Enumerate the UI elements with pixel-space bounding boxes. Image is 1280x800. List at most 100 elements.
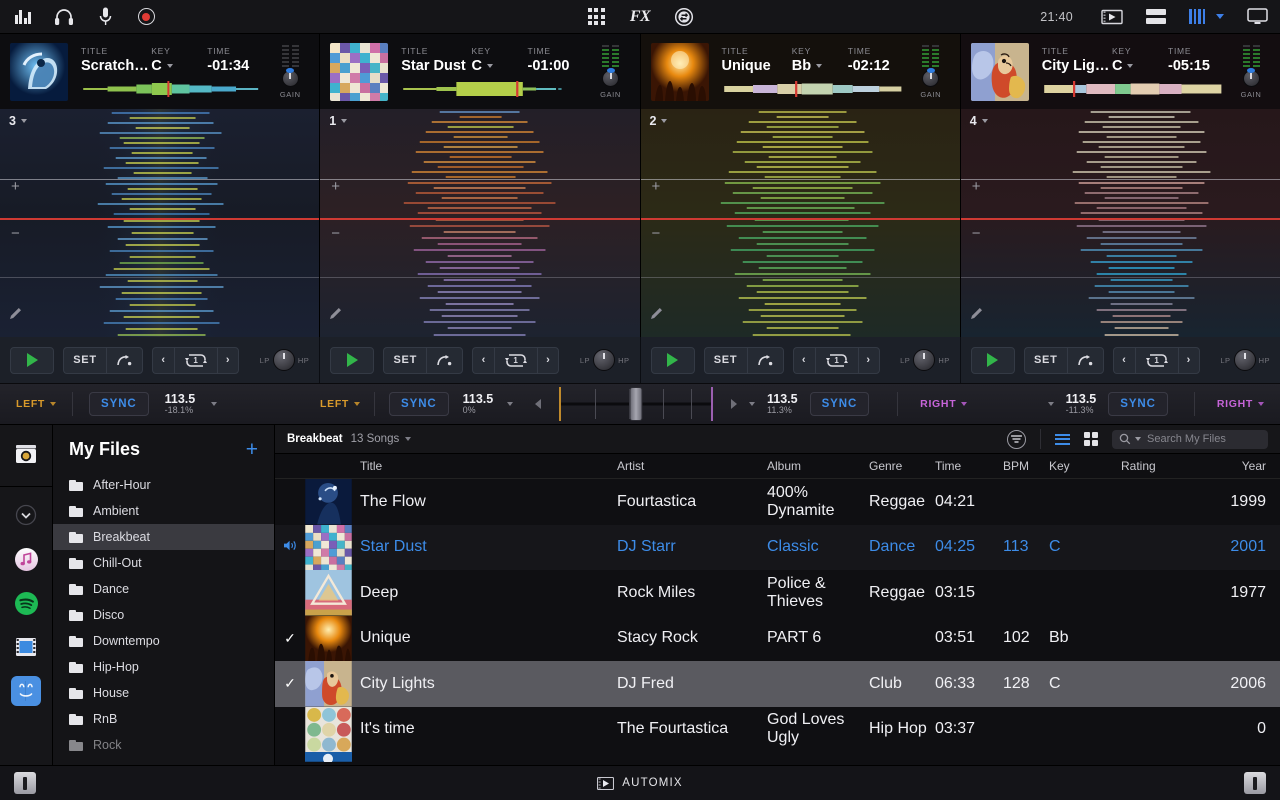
folder-item-rock[interactable]: Rock	[53, 732, 274, 758]
add-folder-button[interactable]: +	[246, 439, 258, 460]
automix-button[interactable]: AUTOMIX	[597, 777, 683, 790]
edit-pencil-icon[interactable]	[650, 306, 664, 325]
play-button[interactable]	[10, 347, 54, 374]
sync-button-2[interactable]: SYNC	[810, 392, 870, 416]
gain-control[interactable]: GAIN	[910, 45, 952, 99]
library-icon[interactable]	[11, 439, 41, 469]
overview-waveform[interactable]	[722, 81, 910, 97]
cue-jump-button[interactable]	[747, 347, 784, 374]
crossfader[interactable]	[551, 387, 721, 421]
deck-side-selector-4[interactable]: RIGHT	[1217, 398, 1264, 410]
song-count-selector[interactable]: 13 Songs	[351, 433, 412, 445]
loop-halve-button[interactable]: ‹	[793, 347, 815, 374]
video-library-icon[interactable]	[11, 632, 41, 662]
track-key-field[interactable]: KEY Bb	[792, 46, 848, 74]
filter-knob[interactable]	[273, 349, 295, 371]
sync-button-3[interactable]: SYNC	[89, 392, 149, 416]
edit-pencil-icon[interactable]	[9, 306, 23, 325]
waveform-deck-3[interactable]: 3 + −	[0, 109, 320, 337]
zoom-in-button[interactable]: +	[11, 179, 20, 194]
layout-icon[interactable]	[1145, 6, 1167, 28]
deck-number-selector[interactable]: 4	[970, 114, 988, 128]
gain-knob[interactable]	[922, 70, 939, 87]
gain-knob[interactable]	[282, 70, 299, 87]
loop-toggle-button[interactable]: 1	[815, 347, 858, 374]
zoom-in-button[interactable]: +	[652, 179, 661, 194]
bpm-display-2[interactable]: 113.5 11.3%	[767, 393, 798, 416]
bpm-display-1[interactable]: 113.5 0%	[463, 393, 494, 416]
set-button[interactable]: SET	[63, 347, 106, 374]
bpm-display-3[interactable]: 113.5 -18.1%	[165, 393, 196, 416]
loop-toggle-button[interactable]: 1	[1135, 347, 1178, 374]
chevron-down-icon[interactable]	[354, 402, 360, 406]
deck-side-selector-1[interactable]: LEFT	[320, 398, 360, 410]
spotify-icon[interactable]	[11, 588, 41, 618]
chevron-down-icon[interactable]	[211, 402, 217, 406]
table-row[interactable]: The Flow Fourtastica 400% Dynamite Regga…	[275, 479, 1280, 525]
loop-halve-button[interactable]: ‹	[1113, 347, 1135, 374]
zoom-in-button[interactable]: +	[972, 179, 981, 194]
column-header-artist[interactable]: Artist	[617, 459, 767, 473]
sync-button-4[interactable]: SYNC	[1108, 392, 1168, 416]
fx-icon[interactable]: FX	[629, 6, 651, 28]
waveform-deck-1[interactable]: 1 + −	[320, 109, 640, 337]
waveform-display[interactable]	[641, 109, 960, 337]
chevron-down-icon[interactable]	[1048, 402, 1054, 406]
grid-apps-icon[interactable]	[585, 6, 607, 28]
table-row[interactable]: ✓ Unique Stacy Rock PART 6 03:51 102 Bb	[275, 616, 1280, 662]
chevron-down-icon[interactable]	[167, 64, 173, 68]
chevron-down-icon[interactable]	[961, 402, 967, 406]
chevron-down-icon[interactable]	[1258, 402, 1264, 406]
finder-icon[interactable]	[11, 676, 41, 706]
loop-halve-button[interactable]: ‹	[472, 347, 494, 374]
deck-number-selector[interactable]: 3	[9, 114, 27, 128]
play-button[interactable]	[971, 347, 1015, 374]
folder-item-after-hour[interactable]: After-Hour	[53, 472, 274, 498]
track-key-field[interactable]: KEY C	[1112, 46, 1168, 74]
grid-view-icon[interactable]	[1084, 432, 1099, 447]
itunes-music-icon[interactable]	[11, 544, 41, 574]
gain-knob[interactable]	[602, 70, 619, 87]
chevron-down-icon[interactable]	[749, 402, 755, 406]
column-header-time[interactable]: Time	[935, 459, 1003, 473]
zoom-in-button[interactable]: +	[331, 179, 340, 194]
microphone-icon[interactable]	[94, 6, 116, 28]
column-header-title[interactable]: Title	[352, 459, 617, 473]
table-row[interactable]: ✓ City Lights DJ Fred Club 06:33 128 C 2…	[275, 661, 1280, 707]
cue-jump-button[interactable]	[426, 347, 463, 374]
overview-waveform[interactable]	[401, 81, 589, 97]
loop-toggle-button[interactable]: 1	[174, 347, 217, 374]
chevron-down-icon[interactable]	[982, 119, 988, 123]
filter-knob[interactable]	[913, 349, 935, 371]
waveform-display[interactable]	[961, 109, 1280, 337]
set-button[interactable]: SET	[1024, 347, 1067, 374]
headphones-icon[interactable]	[53, 6, 75, 28]
folder-item-house[interactable]: House	[53, 680, 274, 706]
search-input[interactable]: Search My Files	[1112, 430, 1268, 449]
gain-control[interactable]: GAIN	[590, 45, 632, 99]
chevron-down-icon[interactable]	[50, 402, 56, 406]
column-header-bpm[interactable]: BPM	[1003, 459, 1049, 473]
equalizer-icon[interactable]	[12, 6, 34, 28]
loop-double-button[interactable]: ›	[537, 347, 559, 374]
chevron-down-icon[interactable]	[405, 437, 411, 441]
play-button[interactable]	[651, 347, 695, 374]
cue-jump-button[interactable]	[106, 347, 143, 374]
cue-jump-button[interactable]	[1067, 347, 1104, 374]
chevron-down-icon[interactable]	[341, 119, 347, 123]
gain-control[interactable]: GAIN	[269, 45, 311, 99]
column-header-key[interactable]: Key	[1049, 459, 1121, 473]
zoom-out-button[interactable]: −	[972, 226, 981, 241]
filter-icon[interactable]	[1007, 430, 1026, 449]
chevron-down-icon[interactable]	[487, 64, 493, 68]
sync-button-1[interactable]: SYNC	[389, 392, 449, 416]
edit-pencil-icon[interactable]	[329, 306, 343, 325]
deck-number-selector[interactable]: 1	[329, 114, 347, 128]
set-button[interactable]: SET	[383, 347, 426, 374]
chevron-down-icon[interactable]	[1135, 437, 1141, 441]
folder-item-ambient[interactable]: Ambient	[53, 498, 274, 524]
deck-number-selector[interactable]: 2	[650, 114, 668, 128]
zoom-out-button[interactable]: −	[652, 226, 661, 241]
gain-knob[interactable]	[1243, 70, 1260, 87]
crossfader-handle[interactable]	[630, 387, 643, 421]
